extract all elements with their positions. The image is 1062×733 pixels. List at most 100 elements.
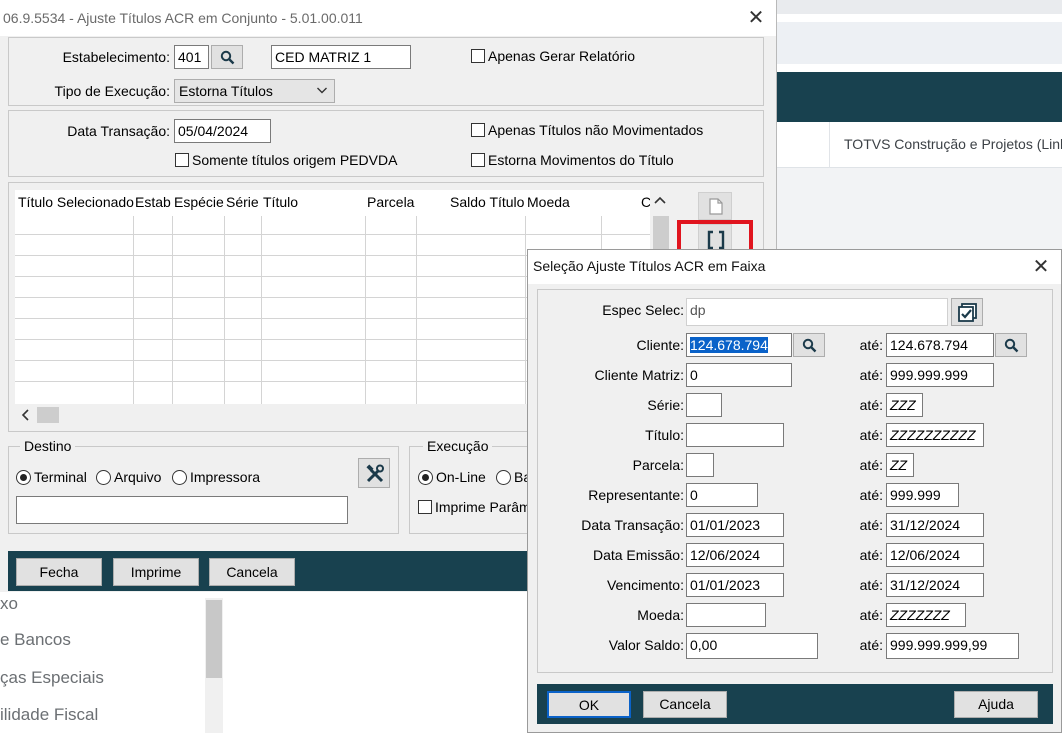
estorna-movimentos-checkbox[interactable]: Estorna Movimentos do Título (471, 152, 674, 168)
column-header[interactable]: Título Selecionado (18, 190, 134, 216)
data-transacao-to-input[interactable]: 31/12/2024 (886, 513, 984, 537)
selection-form: Espec Selec: dp Cliente: 124.678.794 até… (537, 289, 1053, 673)
parcela-from-input[interactable] (686, 453, 714, 477)
serie-to-input[interactable]: ZZZ (886, 393, 923, 417)
column-header[interactable]: Série (226, 190, 259, 216)
execucao-batch-radio[interactable]: Ba (496, 469, 531, 485)
valor-saldo-from-input[interactable]: 0,00 (686, 633, 818, 659)
titulo-to-input[interactable]: ZZZZZZZZZZ (886, 423, 984, 447)
execucao-online-radio[interactable]: On-Line (418, 469, 486, 485)
ate-label: até: (859, 457, 883, 473)
column-header[interactable]: Moeda (527, 190, 570, 216)
imprime-parametros-checkbox[interactable]: Imprime Parâme (418, 499, 538, 515)
titulo-from-input[interactable] (686, 423, 784, 447)
menu-item[interactable]: ças Especiais (0, 668, 104, 688)
cliente-from-input[interactable]: 124.678.794 (686, 333, 792, 357)
apenas-gerar-relatorio-checkbox[interactable]: Apenas Gerar Relatório (471, 48, 635, 64)
chevron-left-icon[interactable] (20, 408, 30, 424)
ajuda-button[interactable]: Ajuda (954, 691, 1038, 718)
column-header[interactable]: Saldo Título (450, 190, 524, 216)
cliente-label: Cliente: (636, 337, 684, 353)
search-icon (802, 338, 817, 353)
somente-pedvda-checkbox[interactable]: Somente títulos origem PEDVDA (175, 152, 397, 168)
menu-scrollbar[interactable] (205, 598, 223, 733)
selection-button-bar: OK Cancela Ajuda (537, 684, 1053, 724)
data-emissao-to-input[interactable]: 12/06/2024 (886, 543, 984, 567)
vencimento-to-input[interactable]: 31/12/2024 (886, 573, 984, 597)
tipo-execucao-label: Tipo de Execução: (54, 83, 170, 99)
ok-button[interactable]: OK (547, 691, 631, 718)
grid-line (172, 216, 173, 404)
ate-label: até: (859, 397, 883, 413)
moeda-label: Moeda: (637, 607, 684, 623)
representante-from-input[interactable]: 0 (686, 483, 758, 507)
ate-label: até: (859, 337, 883, 353)
valor-saldo-to-input[interactable]: 999.999.999,99 (886, 633, 1019, 659)
background-band (777, 22, 1062, 64)
cancela-button[interactable]: Cancela (209, 558, 295, 586)
scrollbar-thumb[interactable] (37, 407, 59, 423)
ate-label: até: (859, 487, 883, 503)
data-transacao-from-input[interactable]: 01/01/2023 (686, 513, 784, 537)
table-horizontal-scrollbar[interactable] (15, 404, 535, 426)
search-button[interactable] (995, 333, 1027, 357)
apenas-nao-movimentados-checkbox[interactable]: Apenas Títulos não Movimentados (471, 122, 703, 138)
moeda-from-input[interactable] (686, 603, 766, 627)
cliente-to-input[interactable]: 124.678.794 (886, 333, 994, 357)
grid-line (416, 216, 417, 404)
search-button[interactable] (211, 45, 243, 69)
imprime-button[interactable]: Imprime (113, 558, 199, 586)
close-icon[interactable]: ✕ (1031, 257, 1051, 277)
data-emissao-from-input[interactable]: 12/06/2024 (686, 543, 784, 567)
scrollbar-thumb[interactable] (206, 600, 222, 678)
moeda-to-input[interactable]: ZZZZZZZ (886, 603, 966, 627)
parcela-to-input[interactable]: ZZ (886, 453, 914, 477)
vencimento-label: Vencimento: (606, 577, 684, 593)
menu-item[interactable]: xo (0, 594, 18, 614)
ate-label: até: (859, 517, 883, 533)
cliente-matriz-from-input[interactable]: 0 (686, 363, 792, 387)
estabelecimento-nome: CED MATRIZ 1 (271, 45, 411, 69)
fecha-button[interactable]: Fecha (16, 558, 102, 586)
ate-label: até: (859, 547, 883, 563)
ate-label: até: (859, 577, 883, 593)
data-transacao-label: Data Transação: (67, 123, 170, 139)
destino-impressora-radio[interactable]: Impressora (172, 469, 260, 485)
espec-selec-input[interactable]: dp (686, 298, 948, 326)
new-document-button[interactable] (698, 192, 732, 220)
background-top-strip (777, 0, 1062, 14)
destino-arquivo-radio[interactable]: Arquivo (96, 469, 161, 485)
column-header[interactable]: Estab (135, 190, 171, 216)
representante-to-input[interactable]: 999.999 (886, 483, 959, 507)
menu-item[interactable]: e Bancos (0, 630, 71, 650)
table-row[interactable] (15, 234, 650, 235)
tools-icon (366, 464, 384, 483)
close-icon[interactable]: ✕ (746, 8, 766, 28)
ate-label: até: (859, 637, 883, 653)
column-header[interactable]: Título (263, 190, 298, 216)
vencimento-from-input[interactable]: 01/01/2023 (686, 573, 784, 597)
selection-dialog: Seleção Ajuste Títulos ACR em Faixa ✕ Es… (527, 249, 1062, 733)
data-transacao-panel: Data Transação: 05/04/2024 Apenas Título… (8, 110, 764, 177)
column-header[interactable]: Parcela (367, 190, 414, 216)
cancela-button[interactable]: Cancela (643, 691, 727, 718)
grid-line (525, 216, 526, 404)
serie-from-input[interactable] (686, 393, 722, 417)
background-app-title[interactable]: TOTVS Construção e Projetos (Linh (844, 136, 1062, 152)
column-header[interactable]: Espécie (174, 190, 224, 216)
search-button[interactable] (793, 333, 825, 357)
grid-line (133, 216, 134, 404)
confirm-selection-button[interactable] (951, 298, 983, 326)
tipo-execucao-select[interactable]: Estorna Títulos (174, 79, 335, 103)
cliente-matriz-to-input[interactable]: 999.999.999 (886, 363, 994, 387)
menu-item[interactable]: ilidade Fiscal (0, 705, 98, 725)
destino-terminal-radio[interactable]: Terminal (16, 469, 87, 485)
background-tabbar: TOTVS Construção e Projetos (Linh (777, 122, 1062, 168)
estabelecimento-input[interactable]: 401 (174, 45, 209, 69)
main-dialog-titlebar: 06.9.5534 - Ajuste Títulos ACR em Conjun… (0, 0, 776, 36)
data-transacao-input[interactable]: 05/04/2024 (174, 119, 271, 143)
destino-path-input[interactable] (16, 496, 348, 524)
configure-printer-button[interactable] (358, 458, 390, 488)
chevron-up-icon[interactable] (654, 194, 666, 208)
ate-label: até: (859, 607, 883, 623)
